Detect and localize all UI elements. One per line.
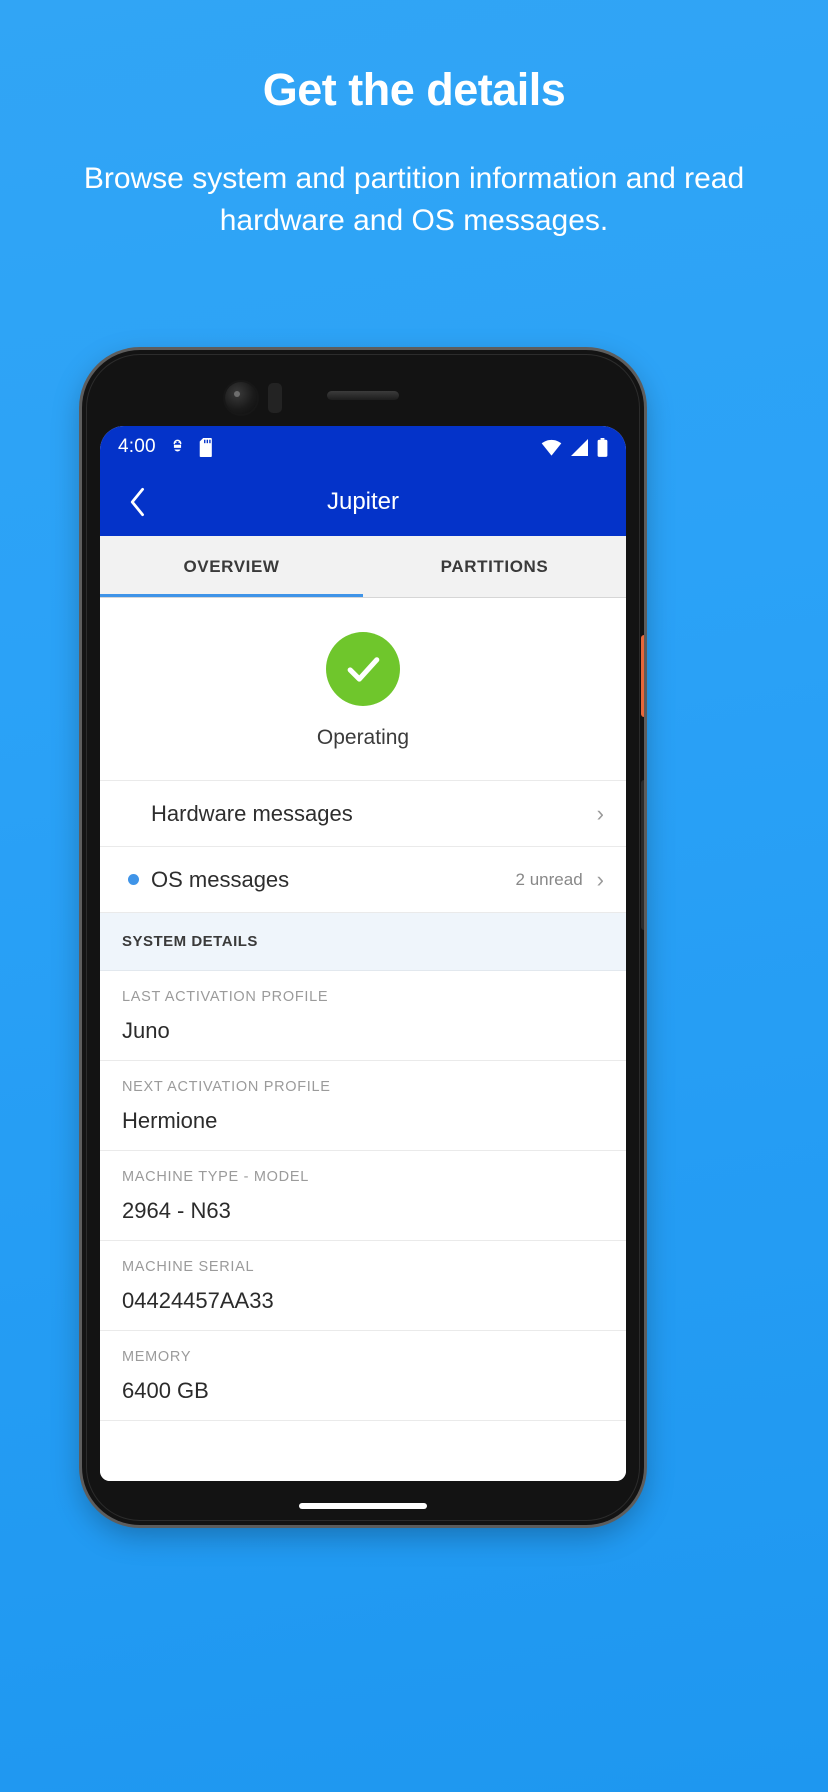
detail-row-machine-serial: MACHINE SERIAL 04424457AA33 [100,1241,626,1331]
earpiece-speaker-icon [327,391,399,400]
back-button[interactable] [118,482,158,522]
chevron-right-icon: › [596,800,604,826]
unread-dot [128,874,139,885]
tab-partitions[interactable]: PARTITIONS [363,536,626,597]
detail-row-next-activation-profile: NEXT ACTIVATION PROFILE Hermione [100,1061,626,1151]
list-item-os-messages[interactable]: OS messages 2 unread › [100,847,626,913]
list-item-label: Hardware messages [151,800,353,826]
android-debug-icon [168,438,187,457]
sd-card-icon [199,437,216,457]
volume-button[interactable] [641,780,644,930]
section-header-label: SYSTEM DETAILS [122,933,258,950]
detail-key: MACHINE TYPE - MODEL [122,1169,309,1185]
power-button[interactable] [641,635,644,717]
tab-overview[interactable]: OVERVIEW [100,536,363,597]
list-item-hardware-messages[interactable]: Hardware messages › [100,781,626,847]
detail-key: MEMORY [122,1349,192,1365]
detail-value: Hermione [122,1108,218,1133]
status-bar-left: 4:00 [118,436,216,458]
check-circle-icon [326,632,400,706]
detail-key: LAST ACTIVATION PROFILE [122,989,329,1005]
gesture-navigation-bar[interactable] [299,1503,427,1509]
status-bar-right [541,437,608,457]
detail-value: Juno [122,1018,170,1043]
detail-value: 04424457AA33 [122,1288,274,1313]
detail-row-last-activation-profile: LAST ACTIVATION PROFILE Juno [100,971,626,1061]
detail-value: 6400 GB [122,1378,209,1403]
promo-title: Get the details [262,64,566,115]
system-status-label: Operating [316,726,410,749]
detail-row-machine-type-model: MACHINE TYPE - MODEL 2964 - N63 [100,1151,626,1241]
status-bar-clock: 4:00 [118,436,156,457]
detail-value: 2964 - N63 [122,1198,231,1223]
wifi-icon [541,439,562,456]
page-title: Jupiter [326,488,400,515]
promo-header: Get the details Browse system and partit… [0,0,828,243]
promo-subtitle: Browse system and partition information … [83,161,745,238]
list-item-label: OS messages [151,866,290,892]
tab-bar: OVERVIEW PARTITIONS [100,536,626,598]
status-bar: 4:00 [100,426,626,468]
chevron-right-icon: › [596,866,604,892]
overview-content: Operating Hardware messages › OS message… [100,598,626,1481]
battery-icon [597,437,608,457]
front-camera-icon [225,382,257,414]
app-bar: Jupiter [100,468,626,536]
detail-key: MACHINE SERIAL [122,1259,255,1275]
system-status-block: Operating [100,598,626,781]
proximity-sensor-icon [268,383,282,413]
unread-count-badge: 2 unread [515,869,583,889]
chevron-left-icon [127,487,149,517]
phone-screen: 4:00 Jupiter OVERVIEW PARTITIONS Operati… [100,426,626,1481]
cellular-signal-icon [570,438,589,456]
tab-indicator [100,594,363,597]
phone-mockup: 4:00 Jupiter OVERVIEW PARTITIONS Operati… [82,350,644,1525]
detail-row-memory: MEMORY 6400 GB [100,1331,626,1421]
detail-key: NEXT ACTIVATION PROFILE [122,1079,331,1095]
section-header-system-details: SYSTEM DETAILS [100,913,626,971]
